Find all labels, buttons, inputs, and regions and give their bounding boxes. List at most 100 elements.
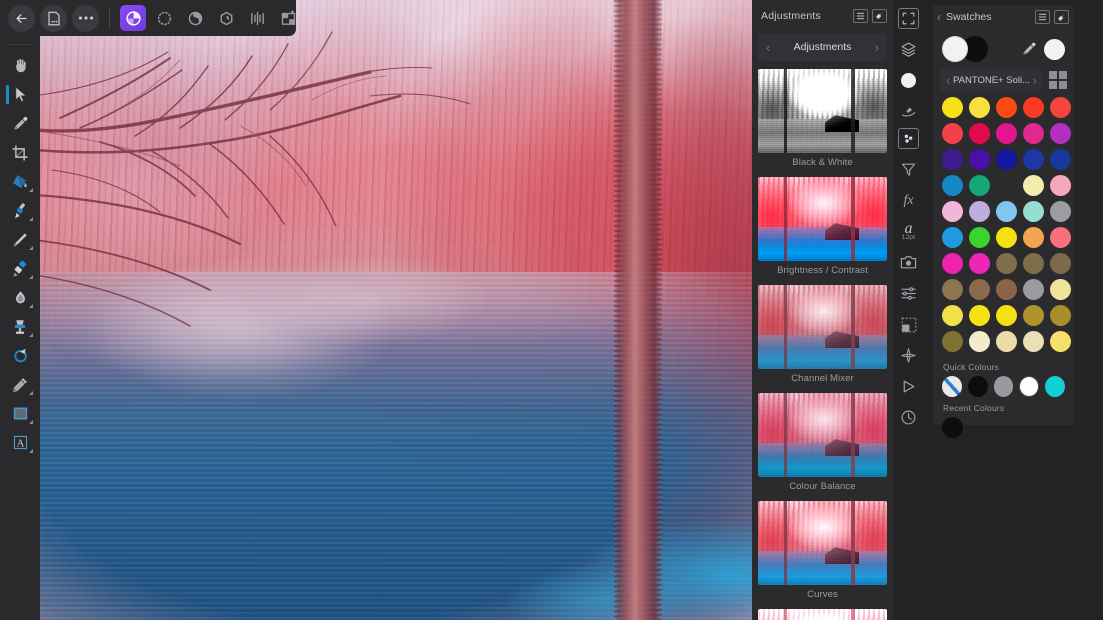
swatch-colour[interactable] xyxy=(1023,123,1044,144)
more-button[interactable] xyxy=(72,4,99,32)
swatch-colour[interactable] xyxy=(969,123,990,144)
swatch-colour[interactable] xyxy=(996,253,1017,274)
swatch-colour[interactable] xyxy=(1050,175,1071,196)
swatch-colour[interactable] xyxy=(942,417,963,438)
export-persona[interactable] xyxy=(275,5,301,31)
swatch-colour[interactable] xyxy=(969,305,990,326)
swatch-colour[interactable] xyxy=(969,227,990,248)
document-image-infrared-lake-boathouse[interactable] xyxy=(40,0,752,620)
swatch-colour[interactable] xyxy=(1050,305,1071,326)
swatch-colour[interactable] xyxy=(996,201,1017,222)
rail-swatches[interactable] xyxy=(898,128,919,149)
swatch-colour[interactable] xyxy=(996,331,1017,352)
adjustment-channel-mixer[interactable]: Channel Mixer xyxy=(758,285,887,387)
adjustment-thumbnail[interactable] xyxy=(758,609,887,620)
swatch-colour[interactable] xyxy=(942,279,963,300)
document-button[interactable] xyxy=(40,4,67,32)
swatch-colour[interactable] xyxy=(996,123,1017,144)
current-colour-swatch[interactable] xyxy=(1044,38,1065,60)
swatch-colour[interactable] xyxy=(942,97,963,118)
swatches-back-button[interactable]: ‹ xyxy=(937,10,941,24)
liquify-persona[interactable] xyxy=(151,5,177,31)
panel-menu-button[interactable] xyxy=(853,8,868,23)
adjustment-brightness-contrast[interactable]: Brightness / Contrast xyxy=(758,177,887,279)
rail-stock[interactable] xyxy=(896,248,922,277)
swatch-colour[interactable] xyxy=(1050,279,1071,300)
swatch-colour[interactable] xyxy=(1050,123,1071,144)
swatch-colour[interactable] xyxy=(996,227,1017,248)
adjustment-curves[interactable]: Curves xyxy=(758,501,887,603)
grid-view-button[interactable] xyxy=(1049,71,1067,89)
move-tool[interactable] xyxy=(3,80,37,109)
panel-pin-button[interactable] xyxy=(872,8,887,23)
rail-brushes[interactable] xyxy=(896,97,922,126)
swatch-colour[interactable] xyxy=(1023,227,1044,248)
rail-adjustments[interactable] xyxy=(896,155,922,184)
adjustments-next-button[interactable]: › xyxy=(875,41,879,54)
swatch-colour[interactable] xyxy=(996,149,1017,170)
swatch-colour[interactable] xyxy=(969,253,990,274)
swatch-colour[interactable] xyxy=(1023,279,1044,300)
flood-fill-tool[interactable] xyxy=(3,167,37,196)
artistic-text-tool[interactable]: A xyxy=(3,428,37,457)
adjustment-colour-balance[interactable]: Colour Balance xyxy=(758,393,887,495)
swatch-colour[interactable] xyxy=(1050,149,1071,170)
swatch-grid[interactable] xyxy=(933,97,1074,356)
fill-colour-swatch[interactable] xyxy=(942,36,968,62)
swatch-colour[interactable] xyxy=(942,253,963,274)
rail-transform[interactable] xyxy=(898,8,919,29)
swatch-colour[interactable] xyxy=(969,175,990,196)
swatch-colour[interactable] xyxy=(969,331,990,352)
rail-assets[interactable] xyxy=(896,310,922,339)
swatch-colour[interactable] xyxy=(1050,97,1071,118)
rail-channels[interactable] xyxy=(896,279,922,308)
recent-colours-strip[interactable] xyxy=(933,417,1074,438)
swatch-colour[interactable] xyxy=(942,331,963,352)
swatch-colour[interactable] xyxy=(942,149,963,170)
swatch-colour[interactable] xyxy=(1019,376,1040,397)
back-button[interactable] xyxy=(8,4,35,32)
swatch-colour[interactable] xyxy=(942,305,963,326)
adjustments-prev-button[interactable]: ‹ xyxy=(766,41,770,54)
swatch-colour[interactable] xyxy=(969,279,990,300)
crop-tool[interactable] xyxy=(3,138,37,167)
erase-brush-tool[interactable] xyxy=(3,254,37,283)
swatch-colour[interactable] xyxy=(942,123,963,144)
rail-navigator[interactable] xyxy=(896,341,922,370)
swatch-colour[interactable] xyxy=(942,201,963,222)
swatch-colour[interactable] xyxy=(942,175,963,196)
photo-persona[interactable] xyxy=(120,5,146,31)
swatch-colour[interactable] xyxy=(996,305,1017,326)
paint-brush-tool[interactable] xyxy=(3,196,37,225)
swatch-colour[interactable] xyxy=(1023,305,1044,326)
palette-next-button[interactable]: › xyxy=(1033,74,1037,87)
tone-mapping-persona[interactable] xyxy=(213,5,239,31)
swatch-colour[interactable] xyxy=(996,279,1017,300)
adjustment-thumbnail[interactable] xyxy=(758,69,887,153)
adjustment-thumbnail[interactable] xyxy=(758,177,887,261)
clone-brush-tool[interactable] xyxy=(3,312,37,341)
rail-colour[interactable] xyxy=(896,66,922,95)
adjustment-thumbnail[interactable] xyxy=(758,393,887,477)
inpainting-tool[interactable] xyxy=(3,370,37,399)
swatch-colour[interactable] xyxy=(1023,201,1044,222)
swatch-colour[interactable] xyxy=(996,97,1017,118)
adjustment-exposure[interactable]: Exposure xyxy=(758,609,887,620)
swatch-colour[interactable] xyxy=(993,376,1014,397)
panorama-persona[interactable] xyxy=(244,5,270,31)
swatch-colour[interactable] xyxy=(1050,201,1071,222)
swatches-menu-button[interactable] xyxy=(1035,10,1050,24)
swatch-colour[interactable] xyxy=(1023,97,1044,118)
rail-character[interactable]: a 12pt xyxy=(896,217,922,246)
rectangle-tool[interactable] xyxy=(3,399,37,428)
adjustment-thumbnail[interactable] xyxy=(758,501,887,585)
colour-picker-tool[interactable] xyxy=(3,109,37,138)
rail-effects[interactable]: fx xyxy=(896,186,922,215)
palette-prev-button[interactable]: ‹ xyxy=(946,74,950,87)
quick-colours-strip[interactable] xyxy=(933,376,1074,397)
adjustments-list[interactable]: Black & White Brightness / Contrast Channe… xyxy=(752,69,893,620)
adjustment-black-and-white[interactable]: Black & White xyxy=(758,69,887,171)
swatch-colour[interactable] xyxy=(1023,149,1044,170)
swatches-pin-button[interactable] xyxy=(1054,10,1069,24)
undo-brush-tool[interactable] xyxy=(3,341,37,370)
